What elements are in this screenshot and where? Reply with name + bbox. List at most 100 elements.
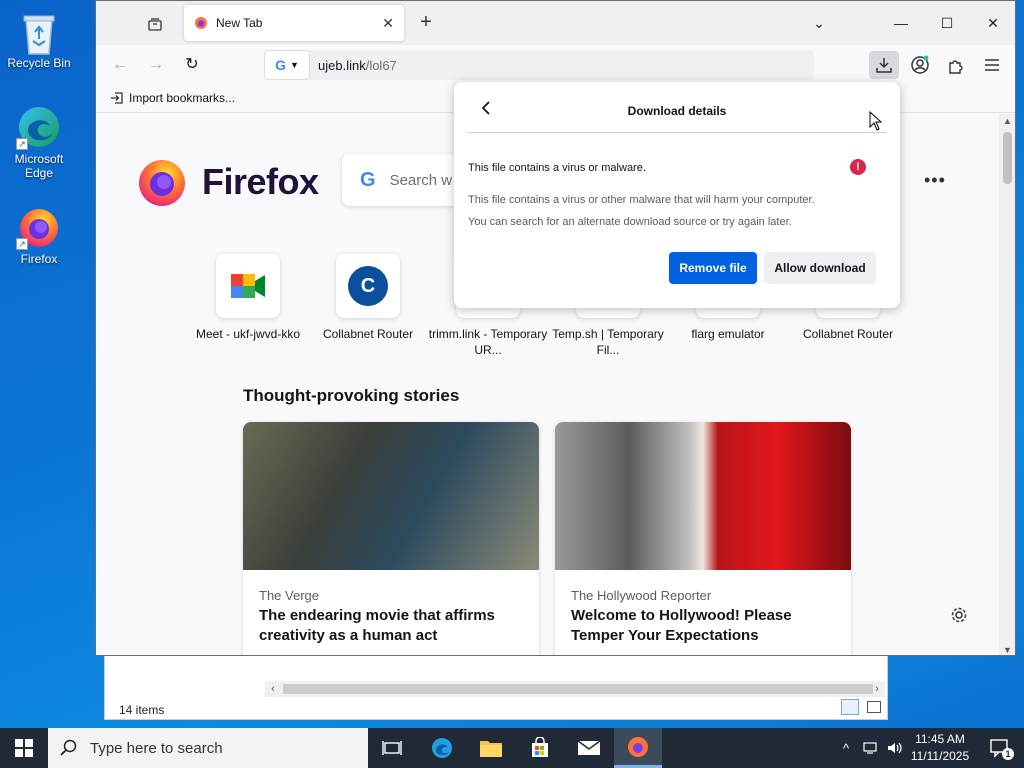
edge-taskbar-icon[interactable] — [418, 728, 466, 768]
minimize-icon[interactable]: — — [886, 9, 916, 37]
shortcut-tile[interactable]: Meet - ukf-jwvd-kko — [188, 254, 308, 342]
menu-hamburger-icon[interactable] — [977, 51, 1007, 79]
desktop-icon-firefox[interactable]: ↗ Firefox — [4, 204, 74, 266]
item-count: 14 items — [119, 703, 165, 717]
google-g-icon: G — [275, 57, 286, 73]
scroll-right-icon[interactable]: › — [869, 681, 885, 697]
tab-strip: New Tab ✕ + ⌄ — ☐ ✕ — [96, 1, 1015, 45]
extensions-icon[interactable] — [941, 51, 971, 79]
desktop-icon-label: Firefox — [20, 252, 58, 266]
taskbar: Type here to search ^ 11:45 AM 11/11/202… — [0, 728, 1024, 768]
story-title: The endearing movie that affirms creativ… — [259, 607, 495, 644]
close-tab-icon[interactable]: ✕ — [382, 15, 394, 32]
chevron-down-icon: ▼ — [289, 60, 299, 70]
scrollbar-thumb[interactable] — [1003, 132, 1012, 184]
scroll-down-icon[interactable]: ▼ — [999, 645, 1015, 655]
import-bookmarks-button[interactable]: Import bookmarks... — [110, 91, 235, 105]
microsoft-store-icon[interactable] — [516, 728, 564, 768]
url-text[interactable]: ujeb.link/lol67 — [318, 58, 397, 73]
notification-count-badge: 1 — [1002, 748, 1014, 760]
network-icon[interactable] — [860, 728, 882, 768]
collabnet-c-icon: C — [336, 254, 400, 318]
search-placeholder: Search w — [389, 171, 453, 189]
navigation-toolbar: ← → ↻ G ▼ ujeb.link/lol67 — [96, 45, 1015, 85]
story-image — [243, 422, 539, 570]
story-card[interactable]: The Hollywood Reporter Welcome to Hollyw… — [555, 422, 851, 655]
list-all-tabs-icon[interactable]: ⌄ — [804, 9, 834, 37]
new-tab-icon[interactable]: + — [414, 11, 438, 35]
mail-icon[interactable] — [565, 728, 613, 768]
clock-time: 11:45 AM — [915, 732, 965, 746]
allow-download-button[interactable]: Allow download — [764, 252, 876, 284]
firefox-logo: Firefox — [136, 156, 319, 208]
reload-icon[interactable]: ↻ — [178, 53, 206, 77]
file-explorer-icon[interactable] — [467, 728, 515, 768]
shortcut-label: trimm.link - Temporary UR... — [428, 327, 548, 357]
edge-icon: ↗ — [16, 104, 62, 150]
scroll-up-icon[interactable]: ▲ — [999, 116, 1015, 126]
divider — [468, 132, 886, 133]
scroll-left-icon[interactable]: ‹ — [265, 681, 281, 697]
shortcut-tile[interactable]: C Collabnet Router — [308, 254, 428, 342]
story-source: The Hollywood Reporter — [571, 588, 712, 603]
show-hidden-icons-icon[interactable]: ^ — [836, 728, 856, 768]
close-window-icon[interactable]: ✕ — [978, 9, 1008, 37]
malware-advice: You can search for an alternate download… — [468, 216, 792, 228]
back-arrow-icon[interactable]: ← — [106, 53, 134, 77]
scrollbar-thumb[interactable] — [283, 684, 873, 694]
shortcut-label: Collabnet Router — [322, 327, 414, 341]
import-bookmarks-label: Import bookmarks... — [129, 91, 236, 105]
shortcut-label: flarg emulator — [691, 327, 765, 341]
stories-heading: Thought-provoking stories — [243, 386, 460, 405]
mouse-cursor-icon — [869, 110, 883, 134]
malware-description: This file contains a virus or other malw… — [468, 194, 815, 206]
tab-title: New Tab — [216, 16, 263, 30]
desktop-icon-label: Recycle Bin — [7, 56, 71, 70]
remove-file-button[interactable]: Remove file — [669, 252, 757, 284]
tab-new-tab[interactable]: New Tab ✕ — [184, 5, 404, 41]
volume-icon[interactable] — [884, 728, 906, 768]
url-bar[interactable]: G ▼ ujeb.link/lol67 — [264, 50, 814, 80]
shortcut-label: Collabnet Router — [802, 327, 894, 341]
firefox-taskbar-icon[interactable] — [614, 728, 662, 768]
malware-warning: This file contains a virus or malware. — [468, 162, 646, 174]
more-options-icon[interactable]: ••• — [924, 170, 946, 191]
desktop-icon-recycle-bin[interactable]: Recycle Bin — [4, 8, 74, 70]
forward-arrow-icon[interactable]: → — [142, 53, 170, 77]
firefox-icon: ↗ — [16, 204, 62, 250]
search-engine-button[interactable]: G ▼ — [264, 50, 310, 80]
task-view-icon[interactable] — [368, 728, 416, 768]
downloads-icon[interactable] — [869, 51, 899, 79]
story-image — [555, 422, 851, 570]
system-clock[interactable]: 11:45 AM 11/11/2025 — [906, 731, 974, 765]
tab-list-icon[interactable] — [140, 11, 170, 37]
url-domain: ujeb.link — [318, 57, 366, 73]
shortcut-letter: C — [348, 266, 388, 306]
desktop-icon-label: Microsoft Edge — [14, 152, 64, 180]
details-view-icon[interactable] — [841, 699, 859, 715]
taskbar-search-placeholder: Type here to search — [90, 739, 223, 757]
maximize-icon[interactable]: ☐ — [932, 9, 962, 37]
shortcut-arrow-icon: ↗ — [16, 138, 28, 150]
desktop-icon-edge[interactable]: ↗ Microsoft Edge — [4, 104, 74, 180]
gear-icon[interactable] — [950, 606, 968, 627]
vertical-scrollbar[interactable]: ▲ ▼ — [999, 114, 1015, 655]
taskbar-search-input[interactable]: Type here to search — [48, 728, 368, 768]
story-title: Welcome to Hollywood! Please Temper Your… — [571, 607, 792, 644]
clock-date: 11/11/2025 — [910, 749, 970, 763]
google-meet-icon — [216, 254, 280, 318]
horizontal-scrollbar[interactable]: ‹ › — [265, 681, 885, 697]
windows-start-icon[interactable] — [0, 728, 48, 768]
error-badge-icon: ! — [850, 159, 866, 175]
large-icons-view-icon[interactable] — [867, 701, 881, 713]
notifications-icon[interactable]: 1 — [980, 728, 1020, 768]
panel-title: Download details — [627, 104, 727, 118]
firefox-logo-icon — [139, 160, 185, 206]
import-icon — [111, 92, 123, 104]
url-path: /lol67 — [365, 57, 397, 73]
google-g-icon: G — [360, 168, 376, 191]
account-icon[interactable] — [905, 51, 935, 79]
story-card[interactable]: The Verge The endearing movie that affir… — [243, 422, 539, 655]
shortcut-arrow-icon: ↗ — [16, 238, 28, 250]
firefox-favicon-icon — [195, 17, 207, 29]
